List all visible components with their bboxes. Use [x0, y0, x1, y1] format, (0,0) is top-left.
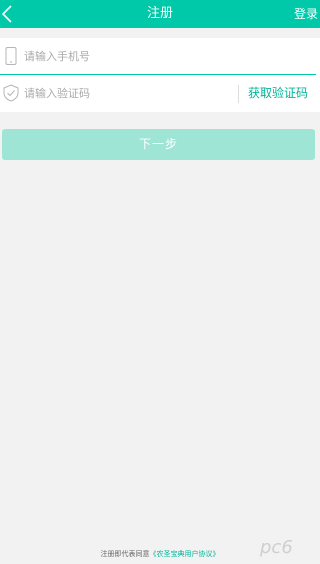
user-agreement-link[interactable]: 《农圣宝典用户协议》: [150, 550, 220, 558]
verification-code-input[interactable]: [24, 81, 224, 105]
login-link[interactable]: 登录: [294, 0, 318, 28]
next-step-button[interactable]: 下一步: [2, 129, 315, 160]
code-row: 获取验证码: [0, 75, 320, 112]
page-title: 注册: [146, 6, 173, 21]
pc6-watermark-logo: pc6: [259, 537, 293, 558]
phone-row: [0, 38, 320, 75]
get-code-button[interactable]: 获取验证码: [248, 75, 308, 112]
mobile-phone-icon: [5, 47, 17, 65]
phone-input[interactable]: [24, 44, 224, 68]
code-divider: [238, 85, 239, 103]
verification-shield-icon: [3, 84, 19, 102]
svg-text:pc6: pc6: [259, 537, 293, 558]
agreement-prefix: 注册即代表同意: [100, 550, 150, 558]
top-bar: 注册 登录: [0, 0, 320, 28]
register-screen: 注册 登录 获取验证码 下一步 注册即代表同意《农圣宝典用户协议》 pc6: [0, 0, 320, 564]
register-form: 获取验证码: [0, 38, 320, 112]
